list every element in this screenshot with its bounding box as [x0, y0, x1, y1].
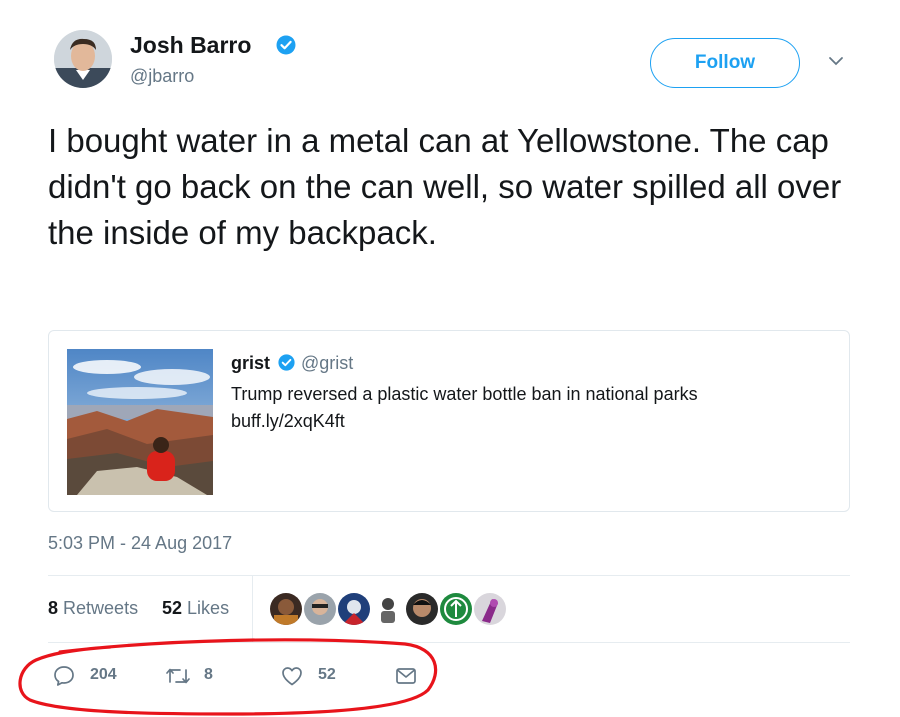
retweet-button[interactable] [164, 664, 192, 688]
divider [252, 576, 253, 642]
likes-label: Likes [187, 598, 230, 618]
liker-avatar[interactable] [474, 593, 506, 625]
tweet-stats: 8 Retweets 52 Likes [48, 576, 850, 642]
quoted-author-name[interactable]: grist [231, 353, 270, 374]
liker-avatar[interactable] [372, 593, 404, 625]
tweet-header: Josh Barro @jbarro Follow [48, 26, 858, 98]
like-count: 52 [318, 666, 336, 683]
verified-badge-icon [276, 35, 296, 55]
liker-avatar[interactable] [270, 593, 302, 625]
direct-message-button[interactable] [394, 664, 418, 688]
tweet-timestamp[interactable]: 5:03 PM - 24 Aug 2017 [48, 533, 232, 554]
reply-icon [54, 666, 74, 686]
retweet-icon [166, 668, 190, 684]
quoted-tweet-card[interactable]: grist @grist Trump reversed a plastic wa… [48, 330, 850, 512]
quoted-tweet-link[interactable]: buff.ly/2xqK4ft [231, 408, 345, 435]
author-name[interactable]: Josh Barro [130, 32, 251, 59]
quoted-author-handle[interactable]: @grist [301, 353, 353, 374]
quoted-tweet-image [67, 349, 213, 495]
reply-count: 204 [90, 666, 117, 683]
author-avatar[interactable] [54, 30, 112, 88]
follow-button[interactable]: Follow [650, 38, 800, 88]
divider [48, 642, 850, 643]
liker-avatar[interactable] [304, 593, 336, 625]
likes-stat[interactable]: 52 Likes [162, 598, 229, 619]
heart-icon [282, 667, 302, 686]
envelope-icon [396, 668, 416, 684]
liker-avatar[interactable] [338, 593, 370, 625]
tweet-actions: 204 8 52 [48, 660, 448, 694]
liker-avatar[interactable] [406, 593, 438, 625]
verified-badge-icon [278, 354, 295, 371]
retweets-count: 8 [48, 598, 59, 618]
likes-count: 52 [162, 598, 183, 618]
chevron-down-icon[interactable] [826, 54, 846, 68]
retweet-count: 8 [204, 666, 213, 683]
reply-button[interactable] [52, 664, 76, 688]
retweets-stat[interactable]: 8 Retweets [48, 598, 138, 619]
tweet-text: I bought water in a metal can at Yellows… [48, 122, 842, 251]
liker-avatar[interactable] [440, 593, 472, 625]
author-handle[interactable]: @jbarro [130, 66, 194, 87]
retweets-label: Retweets [63, 598, 139, 618]
quoted-tweet-text: Trump reversed a plastic water bottle ba… [231, 384, 698, 404]
like-button[interactable] [280, 664, 304, 688]
